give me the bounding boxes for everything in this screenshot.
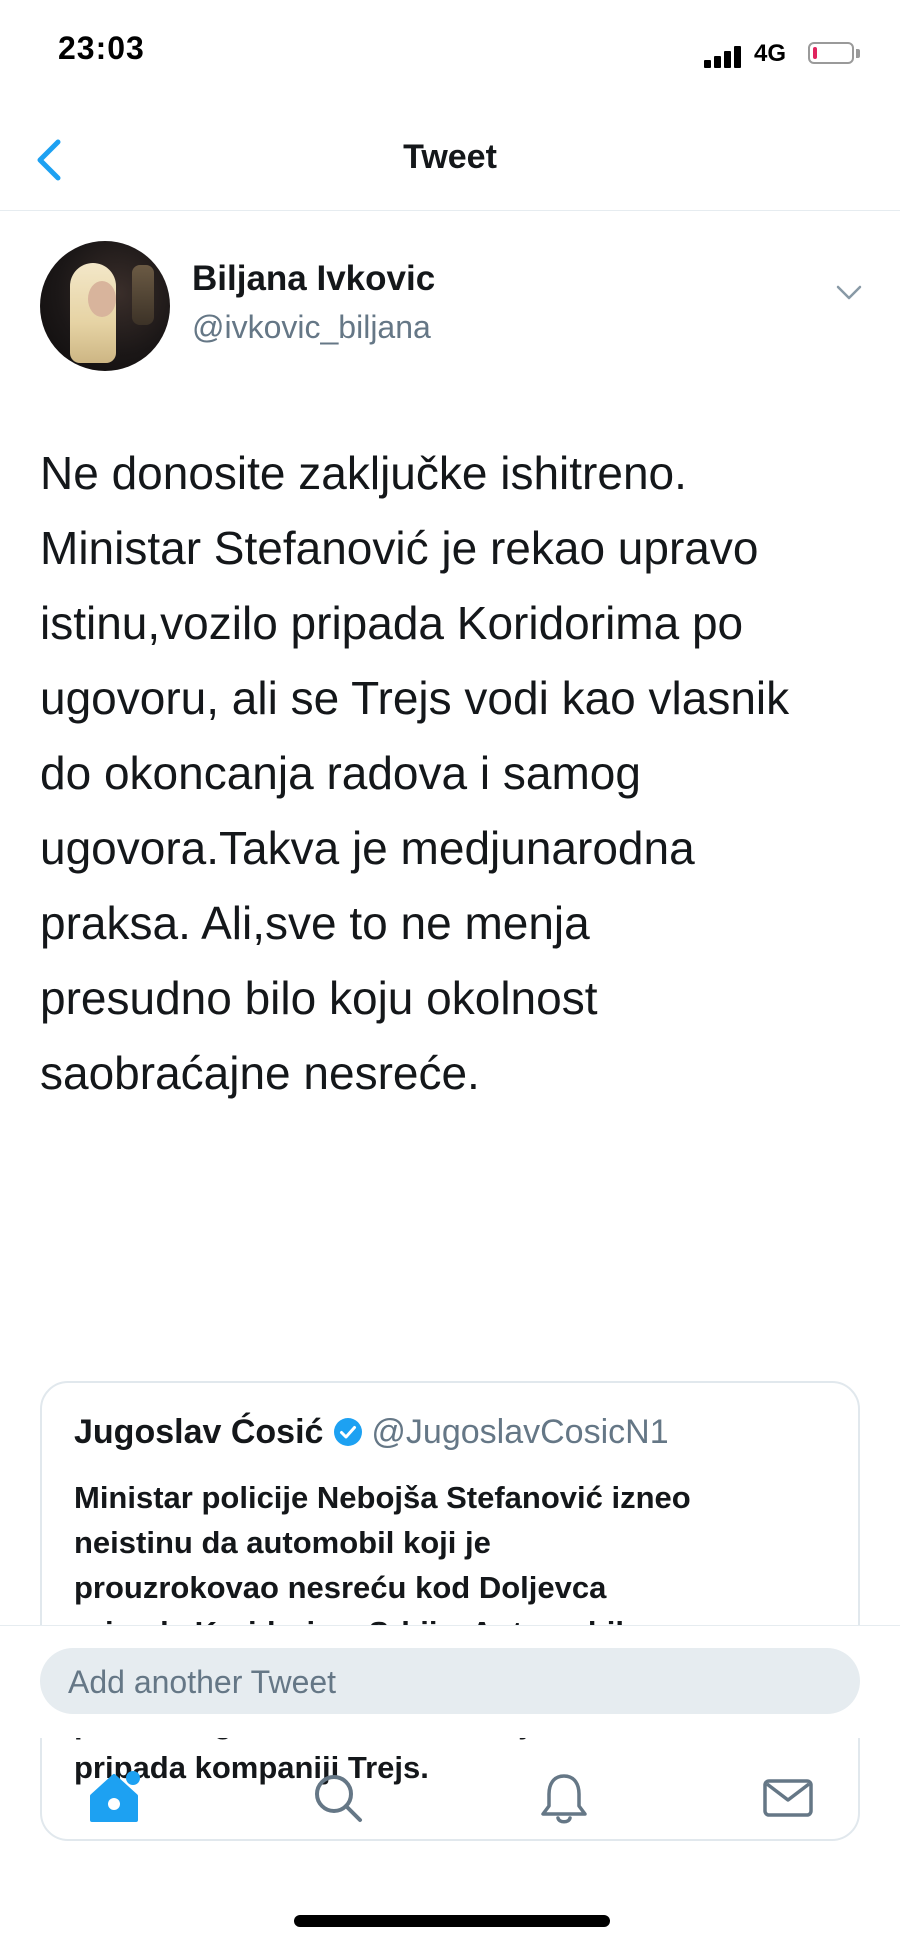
home-indicator: [294, 1915, 610, 1927]
home-new-content-dot: [126, 1771, 140, 1785]
tab-notifications[interactable]: [532, 1766, 596, 1830]
tab-search[interactable]: [306, 1766, 370, 1830]
battery-level-fill: [813, 47, 817, 59]
quoted-author-handle: @JugoslavCosicN1: [371, 1413, 669, 1451]
battery-icon: [808, 42, 854, 64]
avatar[interactable]: [40, 241, 170, 371]
quoted-tweet-header: Jugoslav Ćosić @JugoslavCosicN1: [74, 1413, 669, 1452]
reply-placeholder: Add another Tweet: [68, 1664, 337, 1700]
signal-strength-icon: [704, 44, 744, 68]
reply-input[interactable]: Add another Tweet: [40, 1648, 860, 1714]
author-name[interactable]: Biljana Ivkovic: [192, 259, 435, 299]
messages-icon: [763, 1779, 813, 1817]
search-icon: [315, 1775, 362, 1822]
tab-bar: [0, 1740, 900, 1870]
nav-header: Tweet: [0, 110, 900, 211]
author-handle[interactable]: @ivkovic_biljana: [192, 309, 431, 346]
verified-badge-icon: [334, 1418, 363, 1446]
tab-messages[interactable]: [756, 1766, 820, 1830]
more-options-button[interactable]: [834, 281, 864, 305]
page-title: Tweet: [403, 138, 497, 176]
quoted-author-name: Jugoslav Ćosić: [74, 1413, 324, 1451]
reply-bar: Add another Tweet: [0, 1625, 900, 1738]
status-time: 23:03: [58, 30, 145, 66]
battery-cap: [856, 49, 860, 58]
status-bar: 23:03 4G: [0, 0, 900, 110]
network-type-label: 4G: [754, 40, 787, 67]
chevron-down-icon: [836, 285, 862, 300]
notifications-icon: [541, 1774, 587, 1824]
tweet-text: Ne donosite zaključke ishitreno. Minista…: [40, 447, 790, 1099]
